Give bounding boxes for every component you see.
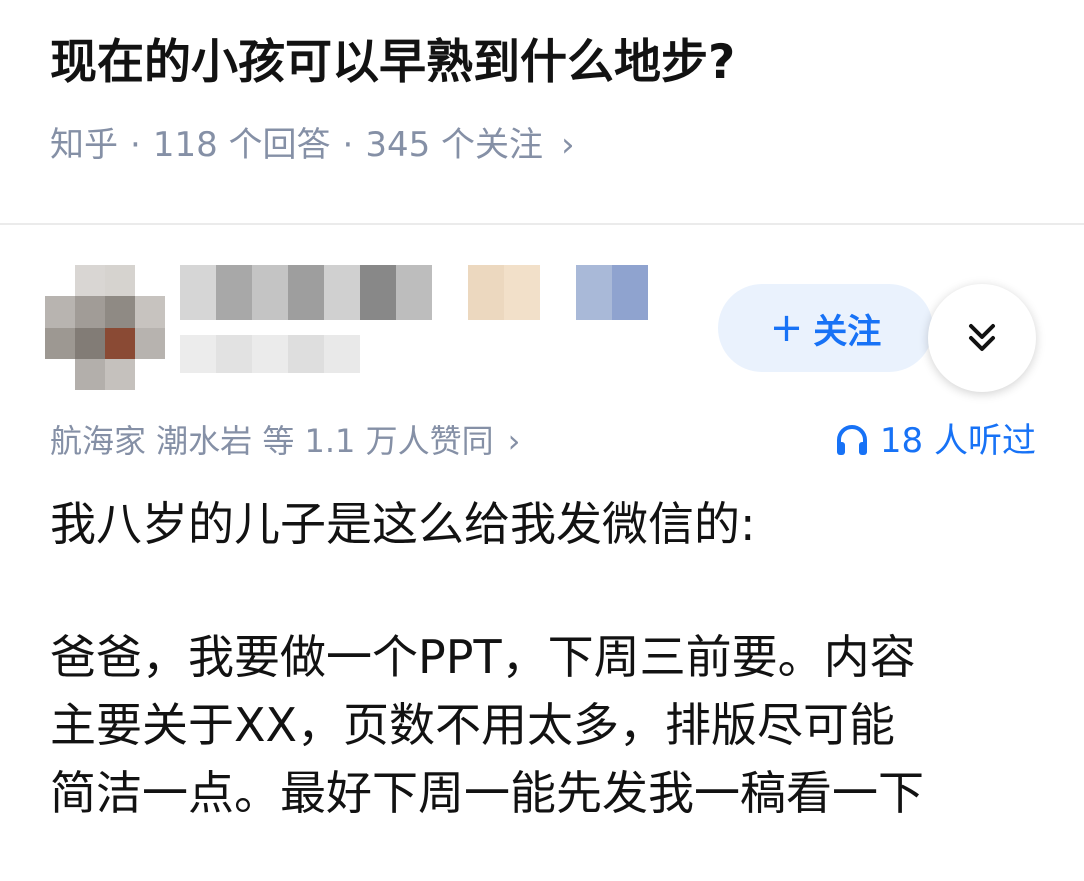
answer-paragraph: 我八岁的儿子是这么给我发微信的: xyxy=(50,497,756,551)
upvoters-row[interactable]: 航海家 潮水岩 等 1.1 万人赞同 › xyxy=(50,418,520,464)
headphones-icon xyxy=(836,425,867,455)
follower-count: 345 个关注 xyxy=(365,125,544,165)
divider xyxy=(0,223,1084,225)
answer-paragraph-line: 爸爸，我要做一个PPT，下周三前要。内容 xyxy=(50,630,916,684)
question-meta[interactable]: 知乎 · 118 个回答 · 345 个关注 › xyxy=(50,120,575,170)
meta-separator: · xyxy=(130,125,141,165)
answer-count: 118 个回答 xyxy=(152,125,331,165)
plus-icon: + xyxy=(769,305,804,351)
answer-paragraph-line: 主要关于XX，页数不用太多，排版尽可能 xyxy=(50,698,896,752)
source-label: 知乎 xyxy=(50,125,118,165)
author-name-redacted[interactable] xyxy=(180,265,648,320)
answer-page: 现在的小孩可以早熟到什么地步? 知乎 · 118 个回答 · 345 个关注 ›… xyxy=(0,0,1084,881)
listen-count-text: 18 人听过 xyxy=(879,421,1036,461)
answer-content[interactable]: 我八岁的儿子是这么给我发微信的: 爸爸，我要做一个PPT，下周三前要。内容 主要… xyxy=(50,490,1040,827)
avatar[interactable] xyxy=(45,265,165,390)
answer-paragraph-line: 简洁一点。最好下周一能先发我一稿看一下 xyxy=(50,766,924,820)
listen-count[interactable]: 18 人听过 xyxy=(834,418,1036,464)
double-chevron-down-icon xyxy=(969,324,995,351)
follow-label: 关注 xyxy=(813,311,882,352)
question-title[interactable]: 现在的小孩可以早熟到什么地步? xyxy=(50,28,1040,98)
meta-separator: · xyxy=(342,125,354,165)
author-subtitle-redacted xyxy=(180,335,360,373)
follow-button[interactable]: + 关注 xyxy=(718,284,933,372)
chevron-right-icon: › xyxy=(507,422,521,460)
expand-button[interactable] xyxy=(928,284,1036,392)
chevron-right-icon: › xyxy=(561,125,575,165)
upvoters-text: 航海家 潮水岩 等 1.1 万人赞同 xyxy=(50,422,494,460)
